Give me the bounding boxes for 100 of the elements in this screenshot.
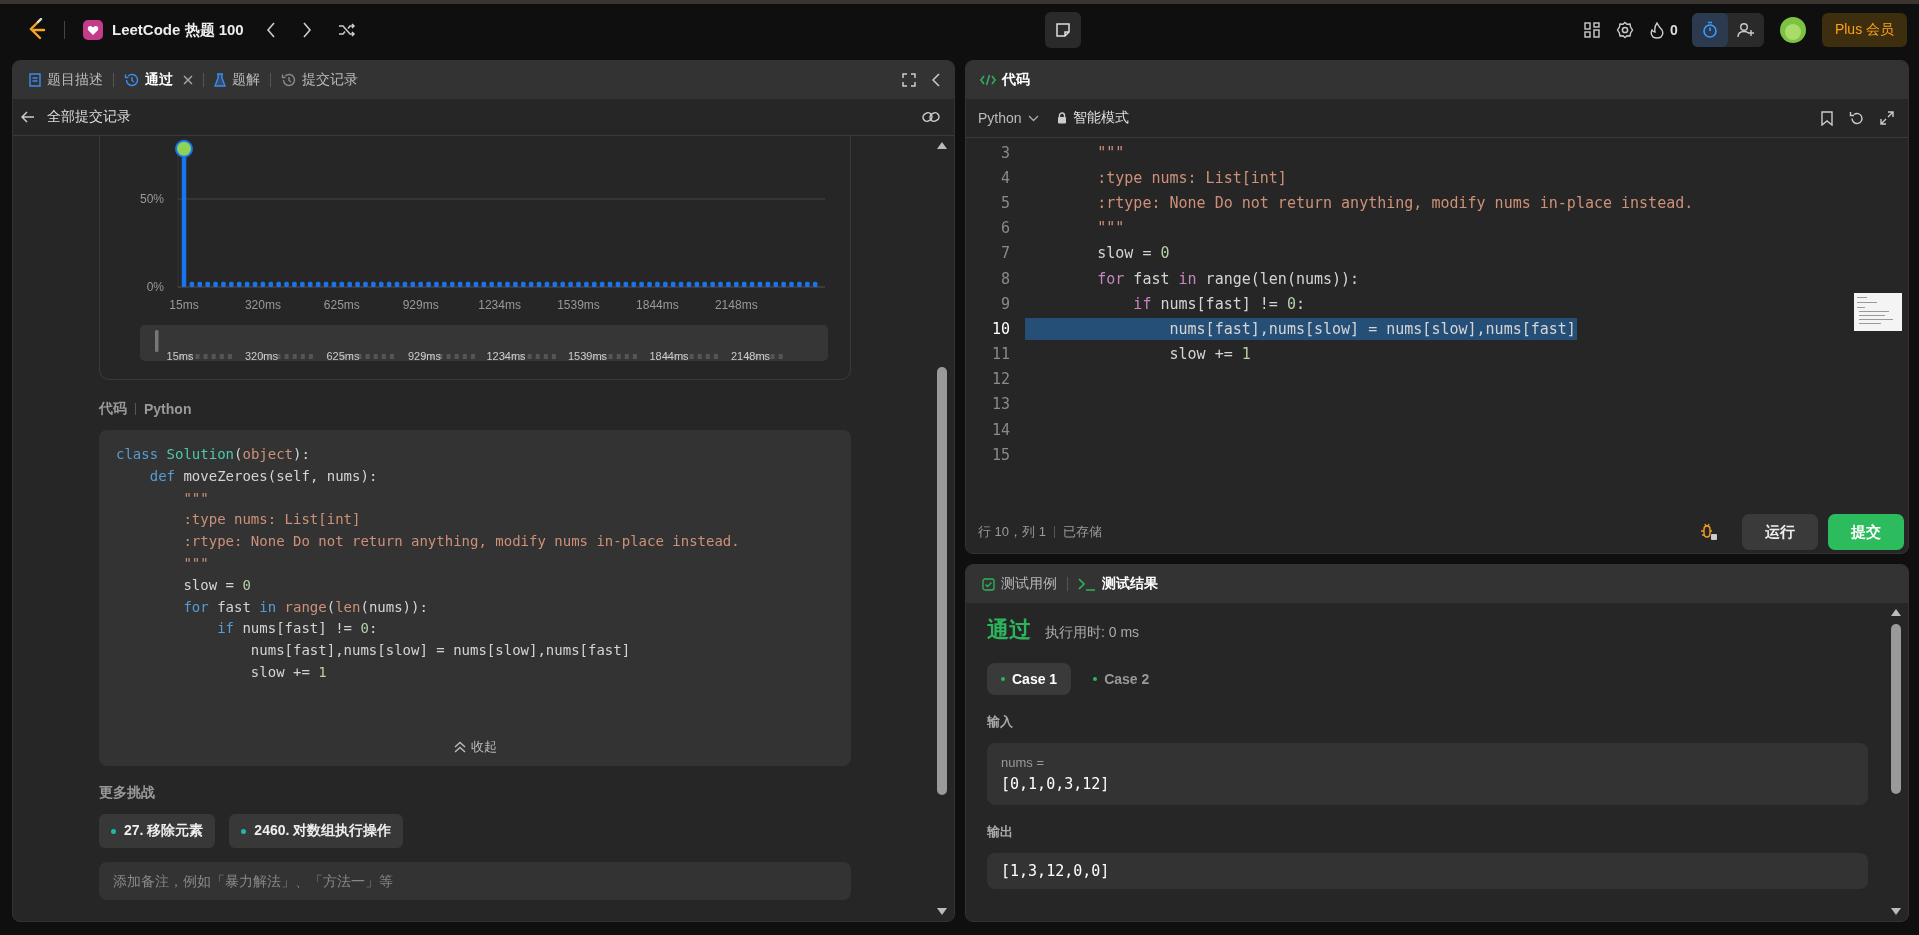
- problem-list-title[interactable]: LeetCode 热题 100: [112, 20, 244, 40]
- panel-tab[interactable]: 测试结果: [1076, 571, 1160, 597]
- layout-icon[interactable]: [1584, 22, 1601, 38]
- chart-bar: [300, 281, 305, 287]
- settings-icon[interactable]: [1616, 21, 1635, 39]
- close-icon[interactable]: [183, 75, 193, 85]
- back-arrow-icon[interactable]: [21, 111, 35, 123]
- chart-bar: [607, 281, 613, 287]
- code-line: slow = 0: [1096, 243, 1171, 265]
- note-button[interactable]: [1044, 12, 1081, 48]
- save-status: 已存储: [1062, 523, 1102, 541]
- avatar[interactable]: [1779, 17, 1806, 43]
- line-number: 6: [999, 219, 1010, 238]
- range-label: 929ms: [408, 350, 441, 362]
- line-number: 12: [990, 370, 1010, 389]
- chart-bar: [268, 281, 274, 287]
- range-handle[interactable]: [155, 330, 159, 352]
- problem-list-icon[interactable]: [83, 20, 103, 40]
- plus-membership-button[interactable]: Plus 会员: [1821, 13, 1907, 47]
- panel-tab[interactable]: 题解: [212, 67, 262, 93]
- chart-bar: [521, 281, 526, 287]
- debug-icon[interactable]: [1700, 523, 1718, 541]
- lock-icon: [1056, 112, 1067, 124]
- chart-bar: [710, 281, 715, 287]
- chart-bar: [339, 281, 345, 287]
- scrollbar-thumb[interactable]: [937, 367, 947, 795]
- axis-label: 625ms: [323, 298, 360, 312]
- link-icon[interactable]: [922, 110, 940, 124]
- range-label: 2148ms: [730, 350, 771, 362]
- chart-bar: [197, 281, 203, 287]
- section-title: 代码: [99, 400, 127, 418]
- range-track[interactable]: [140, 325, 828, 361]
- scroll-down-icon[interactable]: [937, 908, 947, 915]
- run-button[interactable]: 运行: [1742, 514, 1818, 550]
- chart-bar: [189, 281, 195, 287]
- panel-title: 代码: [1002, 71, 1030, 89]
- runtime-label: 执行用时: 0 ms: [1045, 624, 1140, 642]
- timer-button[interactable]: [1691, 13, 1728, 47]
- chart-bar: [505, 281, 510, 287]
- code-line: def moveZeroes(self, nums):: [148, 466, 379, 486]
- line-number: 11: [990, 345, 1010, 364]
- panel-tab[interactable]: 测试用例: [980, 571, 1059, 597]
- line-number: 5: [999, 193, 1010, 212]
- previous-icon[interactable]: [265, 22, 276, 38]
- bookmark-icon[interactable]: [1821, 110, 1833, 126]
- shuffle-icon[interactable]: [337, 22, 356, 38]
- axis-label: 50%: [139, 192, 164, 206]
- range-label: 15ms: [166, 350, 194, 362]
- fullscreen-icon[interactable]: [902, 73, 916, 87]
- chart-bar: [213, 281, 218, 287]
- problem-chip[interactable]: 27. 移除元素: [99, 814, 216, 848]
- chart-bar: [402, 281, 408, 287]
- next-icon[interactable]: [301, 22, 312, 38]
- language-dropdown[interactable]: Python: [976, 108, 1041, 128]
- note-field[interactable]: 添加备注，例如「暴力解法」、「方法一」等: [99, 862, 851, 900]
- chart-bar: [481, 281, 487, 287]
- mode-label[interactable]: 智能模式: [1072, 109, 1129, 127]
- chart-bar: [434, 281, 439, 287]
- chart-bar: [560, 281, 565, 287]
- chart-bar: [670, 281, 676, 287]
- scroll-up-icon[interactable]: [937, 142, 947, 149]
- minimap[interactable]: [1854, 293, 1902, 331]
- chart-bar: [528, 281, 534, 287]
- chart-bar: [718, 281, 723, 287]
- range-label: 625ms: [326, 350, 360, 362]
- expand-icon[interactable]: [1880, 111, 1894, 125]
- chart-bar: [647, 281, 652, 287]
- collapse-icon[interactable]: [932, 73, 940, 87]
- chart-bar: [513, 281, 518, 287]
- axis-label: 1539ms: [557, 298, 600, 312]
- case-tab[interactable]: Case 1: [987, 663, 1072, 695]
- chart-bar: [292, 281, 297, 287]
- axis-label: 320ms: [244, 298, 281, 312]
- collapse-button[interactable]: 收起: [450, 736, 501, 758]
- line-number: 10: [990, 319, 1010, 338]
- code-line: :type nums: List[int]: [182, 510, 362, 530]
- back-link[interactable]: 全部提交记录: [47, 108, 131, 126]
- chart-bar: [315, 281, 321, 287]
- code-line: slow = 0: [182, 575, 252, 595]
- axis-label: 2148ms: [714, 298, 758, 312]
- undo-icon[interactable]: [1849, 110, 1864, 126]
- cursor-position: 行 10，列 1: [978, 523, 1046, 541]
- panel-tab[interactable]: 提交记录: [279, 67, 360, 93]
- panel-tab[interactable]: 题目描述: [27, 67, 105, 93]
- line-number: 9: [999, 294, 1010, 313]
- code-line: """: [1096, 142, 1126, 164]
- axis-label: 0%: [146, 280, 164, 294]
- problem-chip[interactable]: 2460. 对数组执行操作: [229, 814, 404, 848]
- scroll-down-icon[interactable]: [1891, 908, 1901, 915]
- flame-icon[interactable]: [1650, 21, 1665, 39]
- code-line: :type nums: List[int]: [1096, 167, 1288, 189]
- panel-tab[interactable]: 通过: [122, 67, 195, 93]
- case-tab[interactable]: Case 2: [1079, 663, 1164, 695]
- chart-bar: [702, 281, 707, 287]
- section-label: 输出: [987, 823, 1014, 841]
- scroll-up-icon[interactable]: [1891, 609, 1901, 616]
- chart-bar: [323, 281, 329, 287]
- chart-bar: [812, 281, 818, 287]
- axis-label: 929ms: [402, 298, 439, 312]
- scrollbar-thumb[interactable]: [1891, 624, 1901, 794]
